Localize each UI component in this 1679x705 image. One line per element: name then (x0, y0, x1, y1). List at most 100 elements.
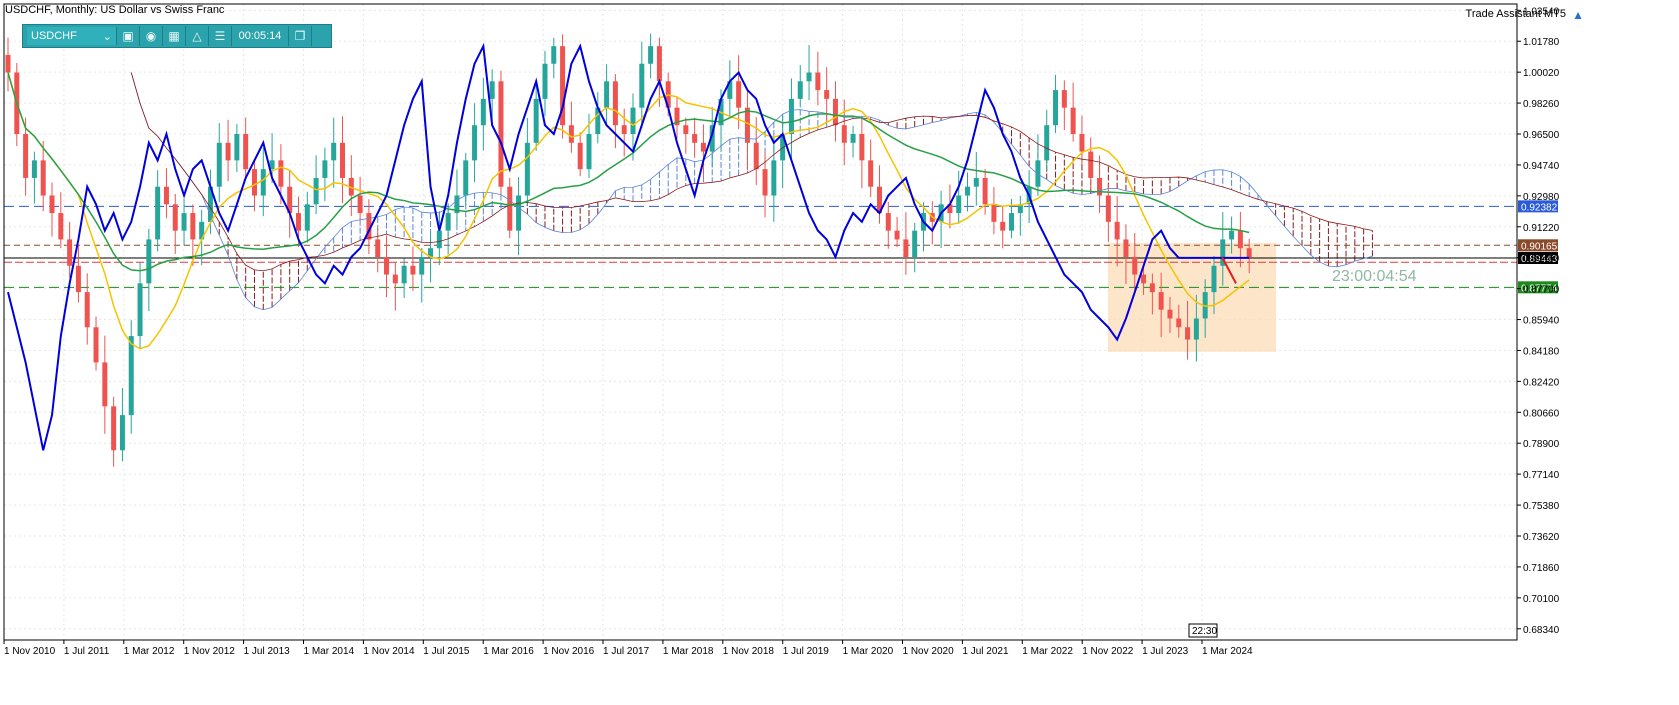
x-tick-label: 1 Mar 2016 (483, 646, 534, 657)
candle-body (137, 283, 143, 337)
candle-body (577, 142, 583, 170)
x-tick-label: 1 Jul 2021 (962, 646, 1009, 657)
graduation-cap-icon: ▲ (1572, 8, 1584, 22)
candle-body (1070, 107, 1076, 135)
candle-body (401, 265, 407, 284)
candle-body (216, 142, 222, 187)
x-tick-label: 1 Mar 2020 (843, 646, 894, 657)
senkou-span-b (130, 72, 1373, 272)
x-tick-label: 1 Nov 2012 (184, 646, 236, 657)
candle-body (815, 72, 821, 91)
candle-body (744, 107, 750, 143)
y-tick-label: 0.85940 (1523, 316, 1560, 327)
candle-body (5, 54, 11, 73)
eye-icon[interactable]: ◉ (140, 26, 163, 46)
candle-body (1167, 309, 1173, 319)
candle-body (612, 81, 618, 126)
candle-body (181, 213, 187, 231)
candle-body (832, 98, 838, 126)
candle-body (692, 134, 698, 143)
candle-body (410, 265, 416, 275)
candle-body (1132, 256, 1138, 275)
y-tick-label: 0.96500 (1523, 130, 1560, 141)
candle-body (885, 213, 891, 231)
candle-body (1141, 274, 1147, 284)
y-tick-label: 0.70100 (1523, 594, 1560, 605)
candle-body (384, 256, 390, 275)
x-tick-label: 1 Mar 2018 (663, 646, 714, 657)
trade-toolbar[interactable]: USDCHF ⌄ ▣ ◉ ▦ △ ☰ 00:05:14 ❐ (22, 24, 332, 48)
trade-assistant-label: Trade Assistant MT5 (1465, 8, 1566, 20)
price-label: 0.92382 (1521, 202, 1558, 213)
candle-body (40, 160, 46, 196)
candle-body (542, 63, 548, 99)
candle-body (93, 327, 99, 363)
candle-body (243, 134, 249, 170)
candle-body (965, 186, 971, 196)
candle-body (700, 142, 706, 152)
candle-body (621, 125, 627, 135)
candle-body (533, 98, 539, 143)
candle-body (304, 204, 310, 231)
window-icon[interactable]: ❐ (289, 26, 312, 46)
candle-body (1185, 327, 1191, 340)
plot-frame (3, 3, 1518, 641)
x-tick-label: 1 Jul 2017 (603, 646, 650, 657)
candle-body (419, 256, 425, 275)
candle-body (111, 406, 117, 451)
y-tick-label: 0.84180 (1523, 346, 1560, 357)
candle-body (1114, 221, 1120, 240)
candle-body (23, 134, 29, 178)
y-tick-label: 0.91220 (1523, 223, 1560, 234)
bar-countdown: 23:00:04:54 (1332, 268, 1417, 285)
calendar-icon[interactable]: ▦ (163, 26, 186, 46)
y-tick-label: 0.77140 (1523, 470, 1560, 481)
candle-body (736, 81, 742, 108)
x-tick-label: 1 Jul 2023 (1142, 646, 1189, 657)
camera-icon[interactable]: ▣ (117, 26, 140, 46)
x-tick-label: 1 Nov 2010 (4, 646, 56, 657)
y-tick-label: 0.82420 (1523, 377, 1560, 388)
bell-icon[interactable]: △ (186, 26, 209, 46)
y-tick-label: 0.89460 (1523, 254, 1560, 265)
candle-body (903, 239, 909, 257)
x-tick-label: 1 Nov 2014 (363, 646, 415, 657)
y-tick-label: 1.01780 (1523, 37, 1560, 48)
candle-body (1237, 230, 1243, 249)
candle-body (991, 204, 997, 222)
candle-body (146, 239, 152, 284)
candle-body (1229, 230, 1235, 240)
price-chart[interactable]: 0.923820.901650.894430.87774 1.035401.01… (0, 0, 1679, 705)
menu-icon[interactable]: ☰ (209, 26, 232, 46)
symbol-select[interactable]: USDCHF ⌄ (27, 27, 117, 45)
candle-body (1123, 239, 1129, 257)
candle-body (648, 46, 654, 64)
candle-body (894, 230, 900, 240)
x-tick-label: 1 Jul 2019 (783, 646, 830, 657)
x-tick-label: 1 Jul 2013 (244, 646, 291, 657)
candle-body (1193, 318, 1199, 340)
candle-body (1079, 134, 1085, 152)
y-tick-label: 0.78900 (1523, 439, 1560, 450)
candle-body (58, 213, 64, 240)
candle-body (868, 160, 874, 187)
candle-body (357, 195, 363, 214)
axes: 1.035401.017801.000200.982600.965000.947… (3, 3, 1560, 657)
candle-body (586, 134, 592, 170)
x-tick-label: 1 Jul 2011 (64, 646, 110, 657)
candle-body (190, 213, 196, 240)
candle-body (850, 134, 856, 143)
x-tick-label: 1 Mar 2022 (1022, 646, 1073, 657)
y-tick-label: 0.73620 (1523, 532, 1560, 543)
candle-body (656, 46, 662, 82)
candle-body (1035, 160, 1041, 187)
candle-body (375, 239, 381, 257)
x-tick-label: 1 Nov 2022 (1082, 646, 1134, 657)
candle-body (753, 142, 759, 170)
candle-body (163, 186, 169, 205)
chevron-down-icon: ⌄ (102, 30, 112, 43)
candle-body (172, 204, 178, 231)
candle-body (84, 292, 90, 328)
candle-body (551, 46, 557, 64)
price-label: 0.90165 (1521, 241, 1558, 252)
